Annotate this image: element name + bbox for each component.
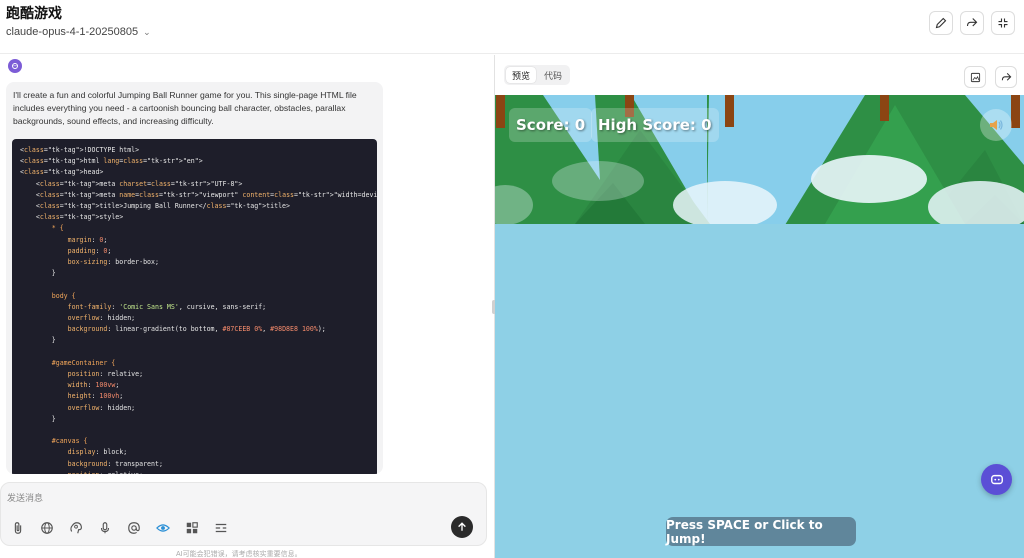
disclaimer-text: AI可能会犯错误，请考虑核实重要信息。 [176, 551, 302, 558]
chat-icon [990, 474, 1003, 484]
tree-trunk [880, 95, 889, 121]
more-button[interactable] [213, 520, 229, 536]
edit-icon [935, 17, 947, 29]
collapse-button[interactable] [991, 11, 1015, 35]
attach-icon [14, 522, 22, 534]
list-icon [215, 523, 227, 533]
arrow-up-icon [458, 522, 466, 531]
model-name: claude-opus-4-1-20250805 [6, 26, 139, 38]
web-search-button[interactable] [39, 520, 55, 536]
sound-toggle-button[interactable] [980, 109, 1012, 141]
eye-icon [156, 524, 170, 532]
tab-preview[interactable]: 预览 [506, 67, 537, 83]
share-button[interactable] [960, 11, 984, 35]
message-input[interactable]: 发送消息 [7, 491, 43, 504]
tree-trunk [1011, 95, 1020, 128]
model-selector[interactable]: claude-opus-4-1-20250805 ⌄ [6, 26, 151, 38]
cloud [552, 161, 644, 201]
edit-button[interactable] [929, 11, 953, 35]
bot-icon [12, 63, 18, 69]
screenshot-button[interactable] [964, 66, 986, 88]
mic-icon [100, 522, 110, 534]
tree-trunk [496, 95, 505, 128]
attach-button[interactable] [10, 520, 26, 536]
deep-think-button[interactable] [68, 520, 84, 536]
code-block[interactable]: <class="tk-tag">!DOCTYPE html> <class="t… [12, 139, 377, 474]
high-score-display: High Score: 0 [591, 108, 719, 142]
collapse-icon [998, 18, 1008, 28]
assistant-message: I'll create a fun and colorful Jumping B… [6, 82, 383, 474]
message-composer[interactable]: 发送消息 [0, 482, 487, 546]
tree-trunk [725, 95, 734, 127]
vision-button[interactable] [155, 520, 171, 536]
apps-icon [186, 522, 198, 534]
score-display: Score: 0 [509, 108, 593, 142]
start-prompt[interactable]: Press SPACE or Click to Jump! [666, 517, 856, 546]
at-icon [128, 522, 140, 534]
message-text: I'll create a fun and colorful Jumping B… [13, 90, 357, 126]
page-title: 跑酷游戏 [6, 6, 62, 22]
share-icon [966, 18, 978, 27]
image-icon [970, 72, 980, 82]
cloud [673, 181, 777, 229]
code-content: <class="tk-tag">!DOCTYPE html> <class="t… [20, 146, 377, 474]
ground [495, 224, 1024, 558]
top-header: 跑酷游戏 claude-opus-4-1-20250805 ⌄ [0, 0, 1024, 54]
mention-button[interactable] [126, 520, 142, 536]
chat-assistant-button[interactable] [981, 464, 1012, 495]
share-icon [1001, 72, 1011, 81]
game-canvas[interactable]: Score: 0 High Score: 0 Press SPACE or Cl… [495, 95, 1024, 558]
assistant-avatar [8, 59, 22, 73]
preview-toolbar: 预览 代码 [495, 55, 1024, 95]
chevron-down-icon: ⌄ [143, 26, 151, 37]
speaker-icon [990, 120, 1003, 130]
send-button[interactable] [451, 516, 473, 538]
preview-tabs: 预览 代码 [504, 65, 571, 85]
game-background [495, 95, 1024, 558]
apps-button[interactable] [184, 520, 200, 536]
brain-icon [70, 522, 82, 534]
tab-code[interactable]: 代码 [538, 67, 568, 83]
cloud [811, 155, 927, 203]
globe-icon [41, 522, 53, 534]
voice-button[interactable] [97, 520, 113, 536]
preview-share-button[interactable] [995, 66, 1017, 88]
